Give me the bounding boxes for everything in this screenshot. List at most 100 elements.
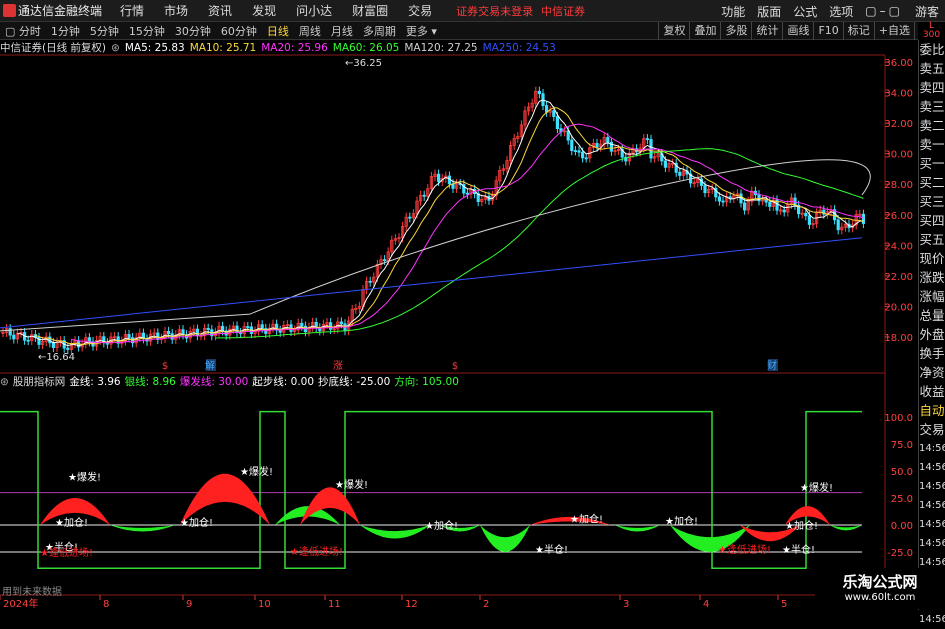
ma60-value: MA60: 26.05 <box>332 41 400 54</box>
tool-fuquan[interactable]: 复权 <box>658 22 689 40</box>
side-item[interactable]: 14:56 <box>919 458 945 477</box>
side-item[interactable]: 涨幅 <box>919 287 945 306</box>
signal-label: ★逢低进场! <box>718 543 771 556</box>
side-item[interactable]: 买二 <box>919 173 945 192</box>
side-item[interactable]: 买四 <box>919 211 945 230</box>
menu-xuanxiang[interactable]: 选项 <box>823 3 859 20</box>
menu-item-faxian[interactable]: 发现 <box>242 2 286 19</box>
candle-body <box>51 342 56 348</box>
menu-banmian[interactable]: 版面 <box>751 3 787 20</box>
candle-body <box>584 157 588 160</box>
signal-label: ★爆发! <box>240 465 273 478</box>
date-axis-label: 8 <box>103 599 109 610</box>
indicator-settings-icon[interactable]: ⊛ <box>0 376 9 388</box>
side-item[interactable]: 卖五 <box>919 59 945 78</box>
candle-body <box>127 334 131 339</box>
signal-label: ★爆发! <box>335 478 368 491</box>
menu-item-wenxiaoda[interactable]: 问小达 <box>286 2 342 19</box>
side-item[interactable]: 净资 <box>919 363 945 382</box>
side-item[interactable]: 14:56 <box>919 439 945 458</box>
tab-30min[interactable]: 30分钟 <box>170 23 216 39</box>
menu-item-hangqing[interactable]: 行情 <box>110 2 154 19</box>
side-item[interactable]: 买三 <box>919 192 945 211</box>
candle-body <box>743 202 747 211</box>
candle-body <box>717 196 722 202</box>
tab-fenshi[interactable]: ▢ 分时 <box>0 23 46 39</box>
menu-gongshi[interactable]: 公式 <box>787 3 823 20</box>
tab-1min[interactable]: 1分钟 <box>46 23 85 39</box>
candle-body <box>764 199 768 203</box>
side-item[interactable]: 涨跌 <box>919 268 945 287</box>
tab-monthly[interactable]: 月线 <box>326 23 358 39</box>
tool-huaxian[interactable]: 画线 <box>782 22 813 40</box>
menu-item-shichang[interactable]: 市场 <box>154 2 198 19</box>
price-axis-label: 26.00 <box>884 211 913 222</box>
candle-body <box>595 142 599 148</box>
login-alert[interactable]: 证券交易未登录 <box>456 3 533 19</box>
side-item[interactable]: 交易 <box>919 420 945 439</box>
side-item[interactable]: 14:56 <box>919 610 945 629</box>
candle-body <box>328 322 333 330</box>
user-guest[interactable]: 游客 <box>909 3 945 20</box>
price-axis-label: 18.00 <box>884 333 913 344</box>
candle-body <box>87 337 91 343</box>
menu-item-caifuquan[interactable]: 财富圈 <box>342 2 398 19</box>
tool-f10[interactable]: F10 <box>813 22 842 40</box>
side-item[interactable]: 14:56 <box>919 515 945 534</box>
side-item[interactable]: 外盘 <box>919 325 945 344</box>
tab-multi-period[interactable]: 多周期 <box>358 23 401 39</box>
side-item[interactable]: 委比 <box>919 40 945 59</box>
window-controls[interactable]: ▢–▢ <box>859 4 909 18</box>
candle-body <box>861 213 866 224</box>
menu-item-zixun[interactable]: 资讯 <box>198 2 242 19</box>
side-item[interactable]: 卖三 <box>919 97 945 116</box>
menu-gongneng[interactable]: 功能 <box>715 3 751 20</box>
signal-label: ★半仓! <box>782 543 815 556</box>
tool-duogu[interactable]: 多股 <box>720 22 751 40</box>
tab-5min[interactable]: 5分钟 <box>85 23 124 39</box>
oscillator-green-area <box>110 525 175 532</box>
candle-body <box>570 139 574 152</box>
indicator-name[interactable]: 股朋指标网 <box>13 374 66 389</box>
indicator-start: 起步线: 0.00 <box>252 376 315 388</box>
side-item[interactable]: 买一 <box>919 154 945 173</box>
menu-item-jiaoyi[interactable]: 交易 <box>398 2 442 19</box>
date-axis-label: 4 <box>703 599 709 610</box>
price-axis-label: 32.00 <box>884 119 913 130</box>
candle-body <box>577 150 581 153</box>
side-item[interactable]: 14:56 <box>919 534 945 553</box>
event-mark: $ <box>452 361 458 372</box>
candle-body <box>300 322 304 327</box>
tab-60min[interactable]: 60分钟 <box>216 23 262 39</box>
side-item[interactable]: 总量 <box>919 306 945 325</box>
side-item[interactable]: 14:56 <box>919 496 945 515</box>
tool-diejia[interactable]: 叠加 <box>689 22 720 40</box>
ma5-value: MA5: 25.83 <box>124 41 185 54</box>
tab-more[interactable]: 更多 ▾ <box>401 23 442 39</box>
tab-15min[interactable]: 15分钟 <box>124 23 170 39</box>
side-item[interactable]: 卖一 <box>919 135 945 154</box>
side-item[interactable]: 自动 <box>919 401 945 420</box>
candle-body <box>339 321 344 325</box>
future-data-note: 用到未来数据 <box>2 587 62 598</box>
tab-weekly[interactable]: 周线 <box>294 23 326 39</box>
side-item[interactable]: 现价 <box>919 249 945 268</box>
tool-biaoji[interactable]: 标记 <box>842 22 874 40</box>
side-item[interactable]: 卖四 <box>919 78 945 97</box>
tool-zixuan[interactable]: +自选 <box>873 22 914 40</box>
side-item[interactable]: 卖二 <box>919 116 945 135</box>
side-item[interactable]: 14:56 <box>919 477 945 496</box>
price-axis-label: 24.00 <box>884 241 913 252</box>
tool-tongji[interactable]: 统计 <box>751 22 782 40</box>
tab-daily[interactable]: 日线 <box>262 23 294 39</box>
ma120-line <box>0 159 871 332</box>
event-mark: $ <box>162 361 168 372</box>
price-axis-label: 28.00 <box>884 180 913 191</box>
signal-label: ★加仓! <box>55 516 88 529</box>
side-item[interactable]: 买五 <box>919 230 945 249</box>
side-item[interactable]: 换手 <box>919 344 945 363</box>
settings-icon[interactable]: ⊛ <box>111 42 120 54</box>
chart-area[interactable]: 36.0034.0032.0030.0028.0026.0024.0022.00… <box>0 40 918 610</box>
price-axis-label: 22.00 <box>884 272 913 283</box>
side-item[interactable]: 收益 <box>919 382 945 401</box>
